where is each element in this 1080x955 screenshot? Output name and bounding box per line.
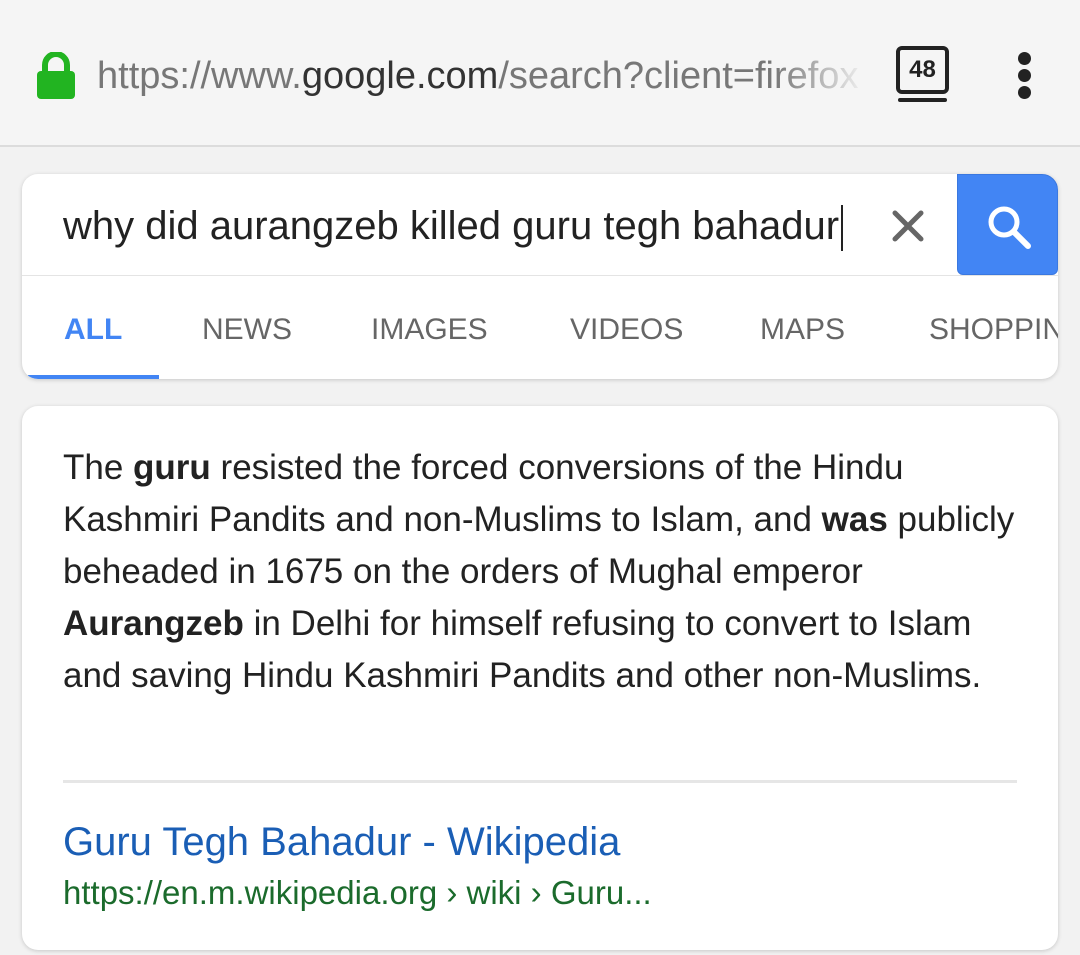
search-row: why did aurangzeb killed guru tegh bahad… bbox=[22, 174, 1058, 276]
search-input[interactable]: why did aurangzeb killed guru tegh bahad… bbox=[63, 198, 883, 254]
snippet-text: The guru resisted the forced conversions… bbox=[63, 448, 1015, 695]
url-scheme: https://www. bbox=[97, 55, 302, 97]
url-path: /search?client=firefox bbox=[498, 55, 859, 97]
text-caret bbox=[841, 205, 844, 252]
tab-news[interactable]: NEWS bbox=[202, 310, 292, 350]
tab-videos[interactable]: VIDEOS bbox=[570, 310, 683, 350]
address-bar[interactable]: https://www.google.com/search?client=fir… bbox=[97, 50, 867, 102]
tabs-button[interactable]: 48 bbox=[896, 46, 949, 102]
result-url[interactable]: https://en.m.wikipedia.org › wiki › Guru… bbox=[63, 870, 652, 916]
search-card: why did aurangzeb killed guru tegh bahad… bbox=[22, 174, 1058, 379]
browser-toolbar: https://www.google.com/search?client=fir… bbox=[0, 0, 1080, 147]
search-icon bbox=[988, 206, 1031, 249]
tab-count: 48 bbox=[896, 46, 949, 94]
search-tabs: ALL NEWS IMAGES VIDEOS MAPS SHOPPIN bbox=[22, 276, 1058, 379]
clear-icon[interactable] bbox=[890, 208, 926, 244]
lock-icon bbox=[37, 52, 75, 99]
search-query-text: why did aurangzeb killed guru tegh bahad… bbox=[63, 204, 840, 248]
search-button[interactable] bbox=[957, 174, 1058, 275]
tab-images[interactable]: IMAGES bbox=[371, 310, 488, 350]
tabs-underline bbox=[898, 98, 947, 102]
divider bbox=[63, 780, 1017, 783]
result-title-link[interactable]: Guru Tegh Bahadur - Wikipedia bbox=[63, 814, 620, 870]
tab-maps[interactable]: MAPS bbox=[760, 310, 845, 350]
active-tab-indicator bbox=[28, 375, 159, 379]
tab-all[interactable]: ALL bbox=[64, 310, 122, 350]
overflow-menu-icon[interactable] bbox=[1010, 52, 1040, 99]
featured-snippet-card: The guru resisted the forced conversions… bbox=[22, 406, 1058, 950]
url-host: google.com bbox=[301, 55, 499, 97]
tab-shopping[interactable]: SHOPPIN bbox=[929, 310, 1058, 350]
